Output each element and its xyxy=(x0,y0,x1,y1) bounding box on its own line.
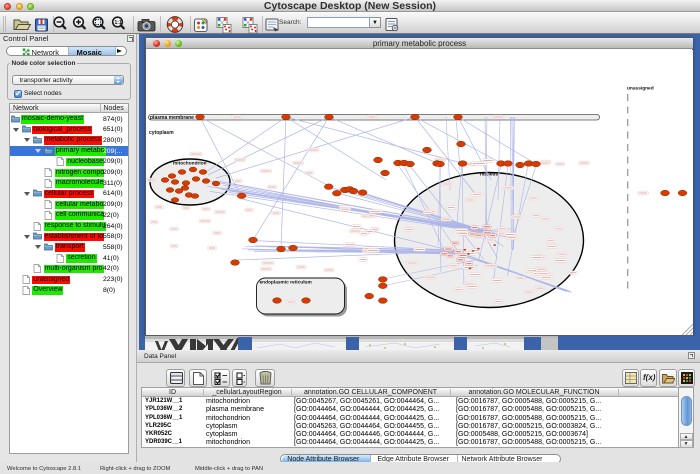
svg-text:endoplasmic reticulum: endoplasmic reticulum xyxy=(260,279,312,285)
svg-text:plasma membrane: plasma membrane xyxy=(150,115,194,121)
svg-text:mitochondrion: mitochondrion xyxy=(173,160,207,166)
svg-text:1:1: 1:1 xyxy=(115,20,122,26)
svg-text:unassigned: unassigned xyxy=(627,85,654,91)
svg-text:cytoplasm: cytoplasm xyxy=(149,130,174,136)
